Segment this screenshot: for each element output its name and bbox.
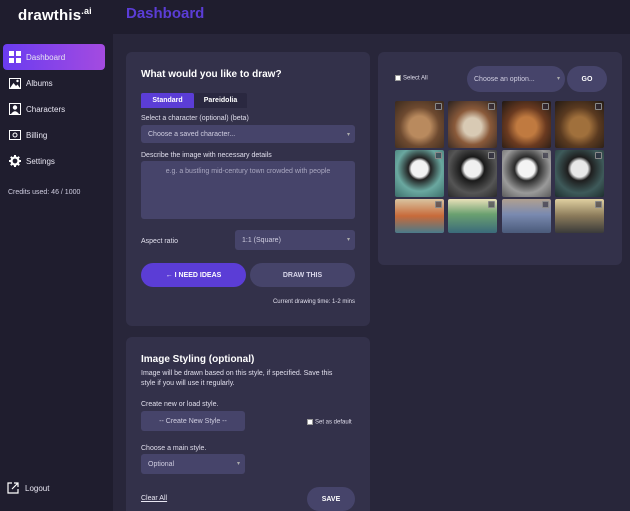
- character-label: Select a character (optional) (beta): [141, 115, 249, 122]
- thumbnail-checkbox[interactable]: [595, 152, 602, 159]
- set-as-default-label: Set as default: [315, 419, 352, 426]
- logout-link[interactable]: Logout: [7, 482, 49, 495]
- go-button[interactable]: GO: [567, 66, 607, 92]
- styling-card-title: Image Styling (optional): [141, 354, 255, 365]
- aspect-ratio-value: 1:1 (Square): [242, 236, 281, 244]
- billing-icon: [8, 129, 21, 142]
- app-logo[interactable]: drawthis.ai: [18, 6, 92, 24]
- styling-card: Image Styling (optional) Image will be d…: [126, 337, 370, 511]
- gallery-thumbnail[interactable]: [448, 199, 497, 233]
- chevron-down-icon: ▾: [346, 237, 350, 243]
- gear-icon: [8, 155, 21, 168]
- sidebar-item-dashboard[interactable]: Dashboard: [3, 44, 105, 70]
- gallery-thumbnail[interactable]: [555, 150, 604, 197]
- thumbnail-checkbox[interactable]: [435, 201, 442, 208]
- gallery-thumbnail[interactable]: [448, 101, 497, 148]
- top-bar: Dashboard: [113, 0, 630, 34]
- logout-label: Logout: [25, 484, 50, 493]
- gallery-thumbnail[interactable]: [395, 101, 444, 148]
- thumbnail-checkbox[interactable]: [435, 103, 442, 110]
- draw-card-title: What would you like to draw?: [141, 69, 282, 80]
- thumbnail-checkbox[interactable]: [435, 152, 442, 159]
- character-select[interactable]: Choose a saved character... ▾: [141, 125, 355, 143]
- clear-all-link[interactable]: Clear All: [141, 495, 167, 502]
- main-content: What would you like to draw? Standard Pa…: [113, 34, 630, 511]
- sidebar-item-albums[interactable]: Albums: [3, 70, 105, 96]
- credits-used: Credits used: 46 / 1000: [8, 189, 81, 196]
- gallery-thumbnail[interactable]: [395, 199, 444, 233]
- draw-card: What would you like to draw? Standard Pa…: [126, 52, 370, 326]
- gallery-thumbnail[interactable]: [502, 199, 551, 233]
- thumbnail-checkbox[interactable]: [488, 201, 495, 208]
- select-all[interactable]: Select All: [395, 75, 428, 82]
- create-style-label: Create new or load style.: [141, 401, 219, 408]
- page-title: Dashboard: [126, 5, 205, 22]
- tab-pareidolia[interactable]: Pareidolia: [194, 93, 247, 108]
- chevron-down-icon: ▾: [346, 132, 350, 138]
- sidebar-item-label: Characters: [26, 104, 66, 114]
- gallery-card: Select All Choose an option... ▾ GO: [378, 52, 622, 265]
- create-style-select[interactable]: -- Create New Style --: [141, 411, 245, 431]
- chevron-down-icon: ▾: [556, 76, 560, 82]
- main-style-select[interactable]: Optional ▾: [141, 454, 245, 474]
- aspect-ratio-select[interactable]: 1:1 (Square) ▾: [235, 230, 355, 250]
- ideas-button[interactable]: ← I NEED IDEAS: [141, 263, 246, 287]
- save-button[interactable]: SAVE: [307, 487, 355, 511]
- thumbnail-checkbox[interactable]: [488, 103, 495, 110]
- thumbnail-checkbox[interactable]: [542, 201, 549, 208]
- gallery-thumbnail[interactable]: [395, 150, 444, 197]
- gallery-thumbnail[interactable]: [502, 101, 551, 148]
- character-select-value: Choose a saved character...: [148, 130, 236, 138]
- user-icon: [8, 103, 21, 116]
- chevron-down-icon: ▾: [236, 461, 240, 467]
- sidebar-item-characters[interactable]: Characters: [3, 96, 105, 122]
- bulk-action-value: Choose an option...: [474, 75, 535, 83]
- describe-placeholder: e.g. a bustling mid-century town crowded…: [165, 168, 331, 175]
- draw-this-button[interactable]: DRAW THIS: [250, 263, 355, 287]
- sidebar-item-billing[interactable]: Billing: [3, 122, 105, 148]
- gallery-thumbnail[interactable]: [502, 150, 551, 197]
- styling-description: Image will be drawn based on this style,…: [141, 370, 333, 387]
- gallery-thumbnail[interactable]: [555, 101, 604, 148]
- sidebar-item-label: Billing: [26, 130, 48, 140]
- sidebar: drawthis.ai Dashboard Albums Characters …: [0, 0, 113, 511]
- main-style-value: Optional: [148, 460, 175, 468]
- bulk-action-select[interactable]: Choose an option... ▾: [467, 66, 565, 92]
- gallery-thumbnail[interactable]: [555, 199, 604, 233]
- drawing-time: Current drawing time: 1-2 mins: [272, 299, 355, 305]
- logout-icon: [7, 482, 20, 495]
- tab-standard[interactable]: Standard: [141, 93, 194, 108]
- thumbnail-checkbox[interactable]: [595, 103, 602, 110]
- select-all-label: Select All: [403, 75, 428, 82]
- default-checkbox[interactable]: [307, 419, 313, 425]
- describe-textarea[interactable]: e.g. a bustling mid-century town crowded…: [141, 161, 355, 219]
- sidebar-item-label: Settings: [26, 156, 55, 166]
- thumbnail-checkbox[interactable]: [542, 152, 549, 159]
- dashboard-icon: [8, 51, 21, 64]
- thumbnail-checkbox[interactable]: [595, 201, 602, 208]
- select-all-checkbox[interactable]: [395, 75, 401, 81]
- sidebar-item-label: Dashboard: [26, 52, 66, 62]
- set-as-default[interactable]: Set as default: [307, 419, 352, 426]
- gallery-thumbnail[interactable]: [448, 150, 497, 197]
- sidebar-item-settings[interactable]: Settings: [3, 148, 105, 174]
- create-style-value: -- Create New Style --: [159, 417, 227, 425]
- main-style-label: Choose a main style.: [141, 445, 207, 452]
- aspect-ratio-label: Aspect ratio: [141, 238, 178, 245]
- sidebar-item-label: Albums: [26, 78, 53, 88]
- thumbnail-checkbox[interactable]: [542, 103, 549, 110]
- thumbnail-checkbox[interactable]: [488, 152, 495, 159]
- describe-label: Describe the image with necessary detail…: [141, 152, 272, 159]
- image-icon: [8, 77, 21, 90]
